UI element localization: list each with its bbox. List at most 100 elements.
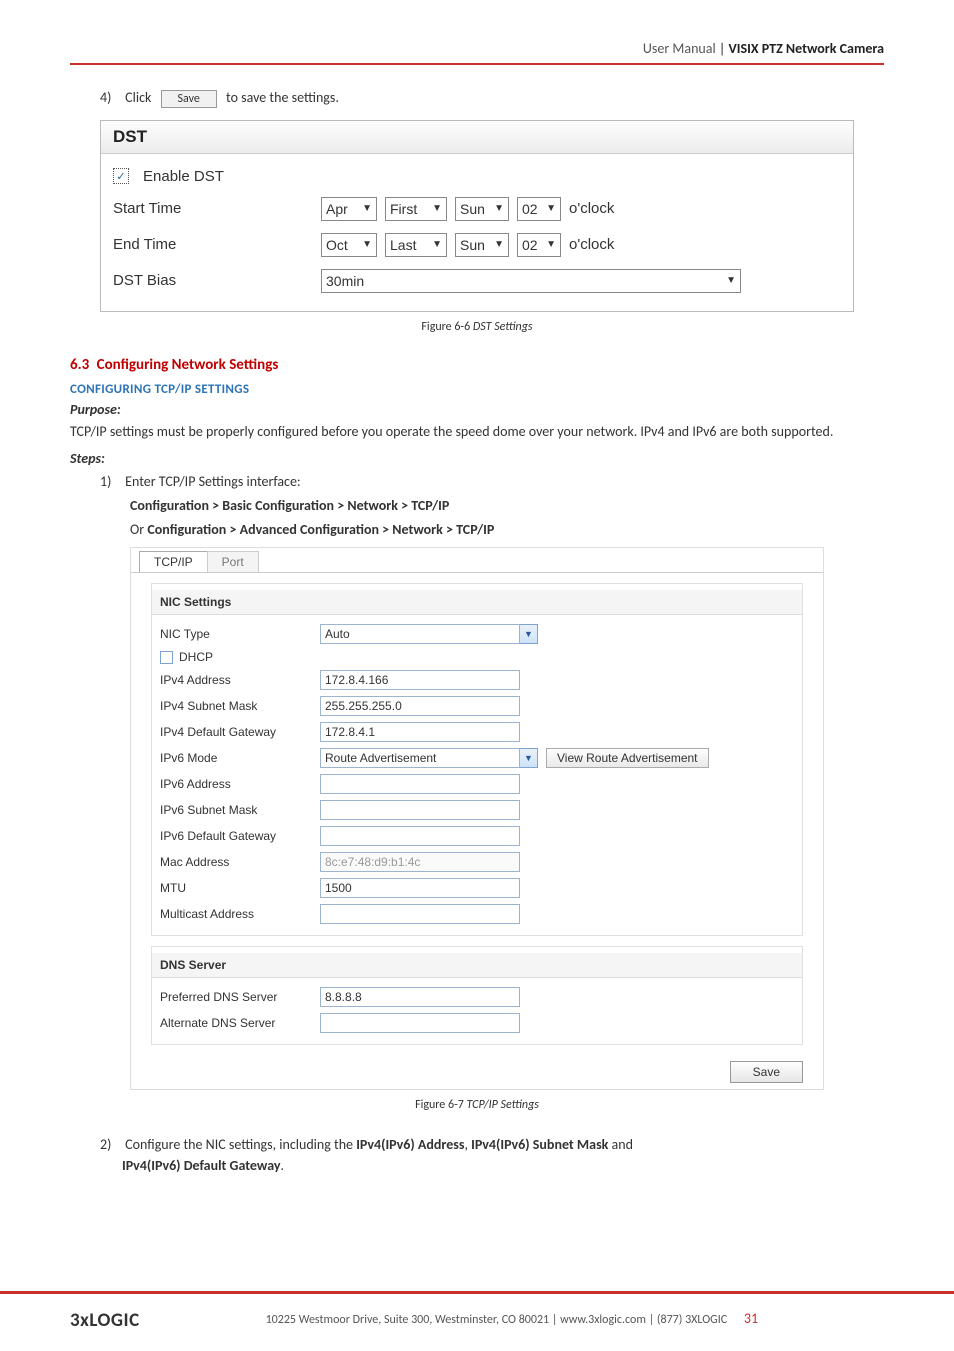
ipv4-mask-input[interactable]: 255.255.255.0 (320, 696, 520, 716)
header-sep: | (716, 40, 729, 57)
multicast-input[interactable] (320, 904, 520, 924)
ipv4-gw-row: IPv4 Default Gateway 172.8.4.1 (160, 719, 794, 745)
enable-dst-checkbox[interactable]: ✓ (113, 168, 129, 184)
save-button[interactable]: Save (730, 1061, 803, 1083)
ipv6-mode-value: Route Advertisement (320, 748, 520, 768)
step-2-t1: Configure the NIC settings, including th… (125, 1136, 356, 1153)
end-week-value: Last (390, 237, 416, 253)
save-button-row: Save (131, 1059, 823, 1089)
step-2-b3: IPv4(IPv6) Default Gateway (122, 1157, 280, 1174)
preferred-dns-label: Preferred DNS Server (160, 990, 320, 1004)
tab-port[interactable]: Port (207, 551, 259, 572)
nic-type-row: NIC Type Auto ▼ (160, 621, 794, 647)
config-path-or: Or (130, 521, 147, 538)
ipv6-gw-input[interactable] (320, 826, 520, 846)
ipv6-mode-select[interactable]: Route Advertisement ▼ (320, 748, 538, 768)
purpose-body: TCP/IP settings must be properly configu… (70, 422, 884, 442)
nic-type-value: Auto (320, 624, 520, 644)
view-route-button[interactable]: View Route Advertisement (546, 748, 709, 768)
dhcp-label: DHCP (179, 650, 213, 664)
enable-dst-row: ✓ Enable DST (113, 162, 841, 191)
mtu-input[interactable]: 1500 (320, 878, 520, 898)
figure-6-7-prefix: Figure 6-7 (415, 1098, 466, 1112)
figure-6-7-caption: Figure 6-7 TCP/IP Settings (70, 1098, 884, 1112)
chevron-down-icon: ▼ (432, 239, 442, 250)
dst-bias-row: DST Bias 30min ▼ (113, 263, 841, 299)
preferred-dns-input[interactable]: 8.8.8.8 (320, 987, 520, 1007)
end-time-label: End Time (113, 236, 313, 253)
section-6-3-heading: 6.3 Configuring Network Settings (70, 356, 884, 374)
enable-dst-label: Enable DST (143, 168, 224, 185)
end-month-select[interactable]: Oct▼ (321, 233, 377, 257)
step-2-num: 2) (100, 1134, 122, 1155)
start-hour-select[interactable]: 02 ▼ (517, 197, 561, 221)
steps-heading: Steps: (70, 450, 884, 467)
nic-settings-heading: NIC Settings (152, 590, 802, 615)
ipv4-mask-row: IPv4 Subnet Mask 255.255.255.0 (160, 693, 794, 719)
chevron-down-icon: ▼ (726, 275, 736, 286)
logo-3xlogic: 3xLOGIC (70, 1304, 140, 1333)
dns-server-heading: DNS Server (152, 953, 802, 978)
alternate-dns-input[interactable] (320, 1013, 520, 1033)
dst-bias-label: DST Bias (113, 272, 313, 289)
page-header: User Manual | VISIX PTZ Network Camera (70, 40, 884, 65)
step-2-t3: and (608, 1136, 633, 1153)
logo-text: 3xLOGIC (70, 1309, 140, 1332)
ipv4-address-label: IPv4 Address (160, 673, 320, 687)
page-footer: 3xLOGIC 10225 Westmoor Drive, Suite 300,… (0, 1291, 954, 1333)
ipv4-address-input[interactable]: 172.8.4.166 (320, 670, 520, 690)
step-2-line: 2) Configure the NIC settings, including… (100, 1134, 884, 1176)
dst-title: DST (101, 121, 853, 154)
start-week-select[interactable]: First▼ (385, 197, 447, 221)
start-oclock: o'clock (569, 200, 614, 217)
end-week-select[interactable]: Last ▼ (385, 233, 447, 257)
preferred-dns-row: Preferred DNS Server 8.8.8.8 (160, 984, 794, 1010)
section-6-3-num: 6.3 (70, 356, 89, 374)
ipv6-mask-input[interactable] (320, 800, 520, 820)
start-time-row: Start Time Apr▼ First▼ Sun▼ 02▼ o'clock (113, 191, 841, 227)
ipv6-mode-row: IPv6 Mode Route Advertisement ▼ View Rou… (160, 745, 794, 771)
start-day-value: Sun (460, 201, 485, 217)
figure-6-7-ital: TCP/IP Settings (467, 1098, 539, 1112)
chevron-down-icon: ▼ (494, 203, 504, 214)
step-2-b1: IPv4(IPv6) Address (356, 1136, 464, 1153)
chevron-down-icon: ▼ (520, 624, 538, 644)
nic-type-select[interactable]: Auto ▼ (320, 624, 538, 644)
mtu-label: MTU (160, 881, 320, 895)
start-day-select[interactable]: Sun ▼ (455, 197, 509, 221)
page-number: 31 (744, 1310, 758, 1327)
chevron-down-icon: ▼ (362, 203, 372, 214)
end-day-select[interactable]: Sun▼ (455, 233, 509, 257)
ipv6-address-row: IPv6 Address (160, 771, 794, 797)
dst-bias-select[interactable]: 30min ▼ (321, 269, 741, 293)
mac-value: 8c:e7:48:d9:b1:4c (320, 852, 520, 872)
dhcp-checkbox[interactable] (160, 651, 173, 664)
purpose-heading: Purpose: (70, 401, 884, 418)
ipv4-address-row: IPv4 Address 172.8.4.166 (160, 667, 794, 693)
step-1-line: 1) Enter TCP/IP Settings interface: (100, 473, 884, 490)
config-path-1: Configuration > Basic Configuration > Ne… (130, 496, 884, 516)
mtu-row: MTU 1500 (160, 875, 794, 901)
dst-panel: DST ✓ Enable DST Start Time Apr▼ First▼ … (100, 120, 854, 312)
chevron-down-icon: ▼ (432, 203, 442, 214)
tab-tcpip[interactable]: TCP/IP (139, 551, 208, 572)
end-hour-select[interactable]: 02▼ (517, 233, 561, 257)
figure-6-6-prefix: Figure 6-6 (421, 320, 472, 334)
ipv6-gw-row: IPv6 Default Gateway (160, 823, 794, 849)
section-6-3-title: Configuring Network Settings (97, 356, 279, 374)
ipv6-address-input[interactable] (320, 774, 520, 794)
mac-label: Mac Address (160, 855, 320, 869)
dst-bias-value: 30min (326, 273, 364, 289)
end-day-value: Sun (460, 237, 485, 253)
start-month-select[interactable]: Apr▼ (321, 197, 377, 221)
chevron-down-icon: ▼ (546, 203, 556, 214)
step-4-before: Click (125, 89, 151, 106)
ipv6-mask-row: IPv6 Subnet Mask (160, 797, 794, 823)
start-hour-value: 02 (522, 201, 538, 217)
step-1-text: Enter TCP/IP Settings interface: (125, 473, 301, 490)
ipv4-gw-input[interactable]: 172.8.4.1 (320, 722, 520, 742)
step-4-line: 4) Click Save to save the settings. (100, 89, 884, 108)
save-button-inline[interactable]: Save (161, 90, 217, 108)
configuring-tcpip-heading: CONFIGURING TCP/IP SETTINGS (70, 382, 884, 397)
ipv6-mode-label: IPv6 Mode (160, 751, 320, 765)
